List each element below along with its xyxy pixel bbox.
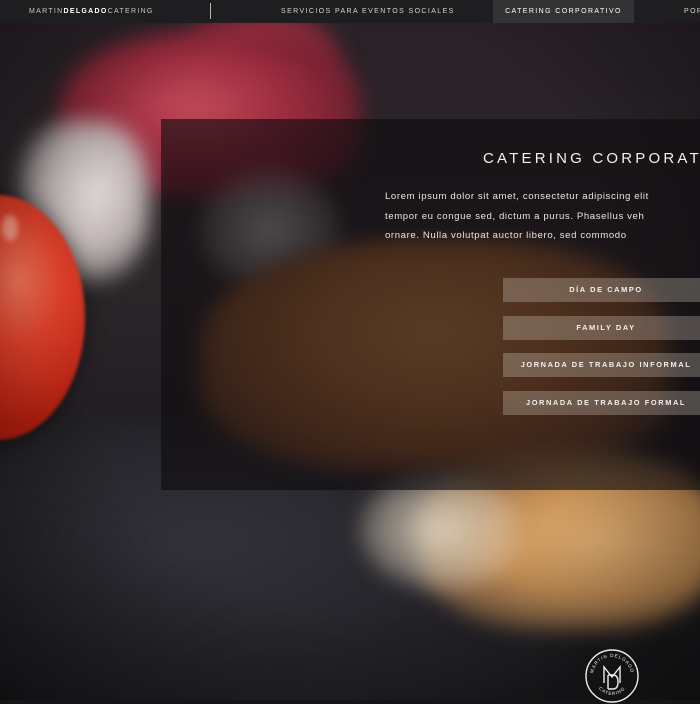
seal-text-bottom: CATERING xyxy=(598,686,626,696)
family-day-button[interactable]: FAMILY DAY xyxy=(503,316,700,340)
nav-divider xyxy=(210,3,211,19)
dia-de-campo-button[interactable]: DÍA DE CAMPO xyxy=(503,278,700,302)
jornada-formal-button[interactable]: JORNADA DE TRABAJO FORMAL xyxy=(503,391,700,415)
seal-monogram-md xyxy=(603,665,621,690)
nav-item-eventos-sociales[interactable]: SERVICIOS PARA EVENTOS SOCIALES xyxy=(281,0,455,23)
brand-seal-logo[interactable]: MARTIN DELGADO CATERING xyxy=(584,648,640,704)
content-panel: CATERING CORPORAT Lorem ipsum dolor sit … xyxy=(161,119,700,490)
brand-text-catering: CATERING xyxy=(107,8,154,15)
jornada-informal-button[interactable]: JORNADA DE TRABAJO INFORMAL xyxy=(503,353,700,377)
brand-logo-text[interactable]: MARTINDELGADOCATERING xyxy=(29,0,154,23)
top-nav-bar: MARTINDELGADOCATERING SERVICIOS PARA EVE… xyxy=(0,0,700,23)
description-line: tempor eu congue sed, dictum a purus. Ph… xyxy=(385,210,645,222)
panel-description: Lorem ipsum dolor sit amet, consectetur … xyxy=(385,187,700,246)
nav-item-por[interactable]: POR xyxy=(684,0,700,23)
panel-title: CATERING CORPORAT xyxy=(483,150,700,167)
description-line: ornare. Nulla volutpat auctor libero, se… xyxy=(385,230,627,241)
brand-text-delgado: DELGADO xyxy=(63,8,108,15)
description-line: Lorem ipsum dolor sit amet, consectetur … xyxy=(385,191,649,202)
nav-item-catering-corporativo[interactable]: CATERING CORPORATIVO xyxy=(493,0,634,23)
brand-text-martin: MARTIN xyxy=(29,8,64,15)
